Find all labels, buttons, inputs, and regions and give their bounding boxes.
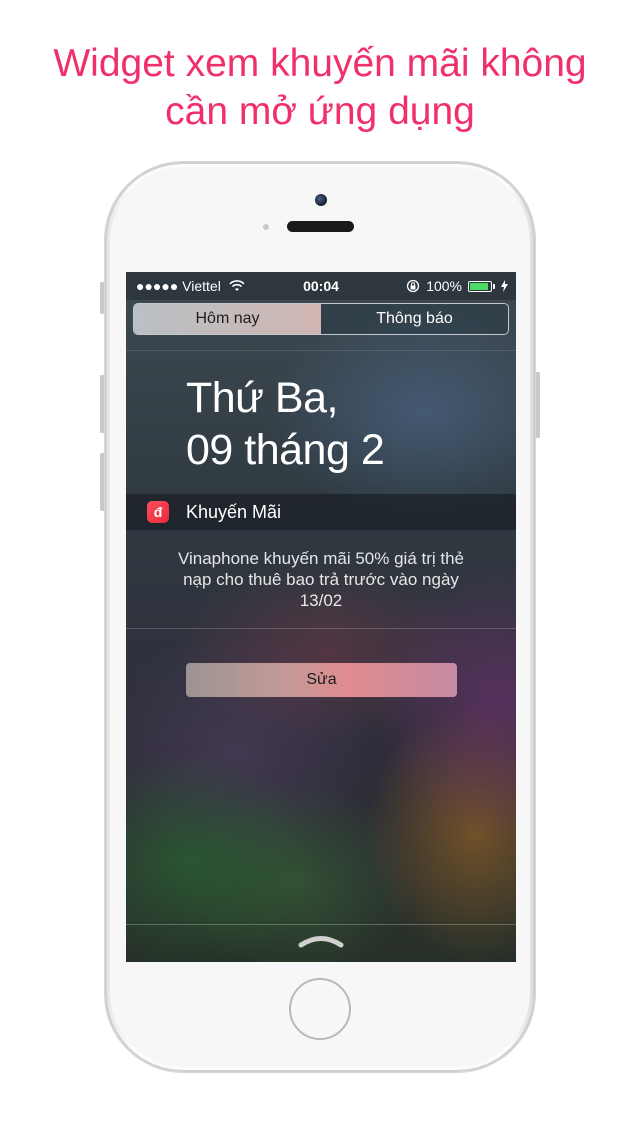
widget-promo-message[interactable]: Vinaphone khuyến mãi 50% giá trị thẻ nạp… — [144, 548, 498, 611]
battery-icon — [468, 280, 492, 292]
home-button[interactable] — [289, 978, 351, 1040]
notification-center-screen: ●●●●● Viettel 00:04 100% Hôm nay Thông b… — [126, 272, 516, 962]
chevron-up-handle-icon[interactable] — [298, 934, 344, 948]
divider — [126, 350, 516, 351]
earpiece-speaker — [287, 221, 354, 232]
today-notifications-segmented-control: Hôm nay Thông báo — [133, 303, 509, 335]
power-button — [535, 372, 540, 438]
status-right: 100% — [406, 278, 508, 294]
divider — [126, 628, 516, 629]
tab-today[interactable]: Hôm nay — [134, 304, 321, 334]
tab-notifications[interactable]: Thông báo — [321, 304, 508, 334]
front-camera — [315, 194, 327, 206]
promo-message-line-3: 13/02 — [299, 591, 343, 610]
edit-button[interactable]: Sửa — [186, 663, 457, 697]
khuyen-mai-app-icon: đ — [147, 501, 169, 523]
headline-line-2: cần mở ứng dụng — [165, 90, 475, 133]
widget-header-khuyen-mai[interactable]: đ Khuyến Mãi — [126, 494, 516, 530]
date-label: 09 tháng 2 — [186, 426, 385, 474]
promo-message-line-2: nạp cho thuê bao trả trước vào ngày — [183, 570, 459, 589]
rotation-lock-icon — [407, 279, 420, 293]
promo-headline: Widget xem khuyến mãi không cần mở ứng d… — [0, 40, 640, 136]
status-bar: ●●●●● Viettel 00:04 100% — [126, 272, 516, 300]
headline-line-1: Widget xem khuyến mãi không — [53, 42, 587, 85]
battery-tip — [493, 283, 495, 289]
battery-percent: 100% — [426, 278, 462, 294]
charging-bolt-icon — [501, 280, 508, 292]
promo-message-line-1: Vinaphone khuyến mãi 50% giá trị thẻ — [177, 549, 465, 568]
proximity-sensor — [263, 224, 269, 230]
weekday-label: Thứ Ba, — [186, 374, 338, 422]
today-date-summary: Thứ Ba, 09 tháng 2 — [186, 372, 385, 476]
widget-title: Khuyến Mãi — [186, 502, 282, 522]
divider — [126, 924, 516, 925]
